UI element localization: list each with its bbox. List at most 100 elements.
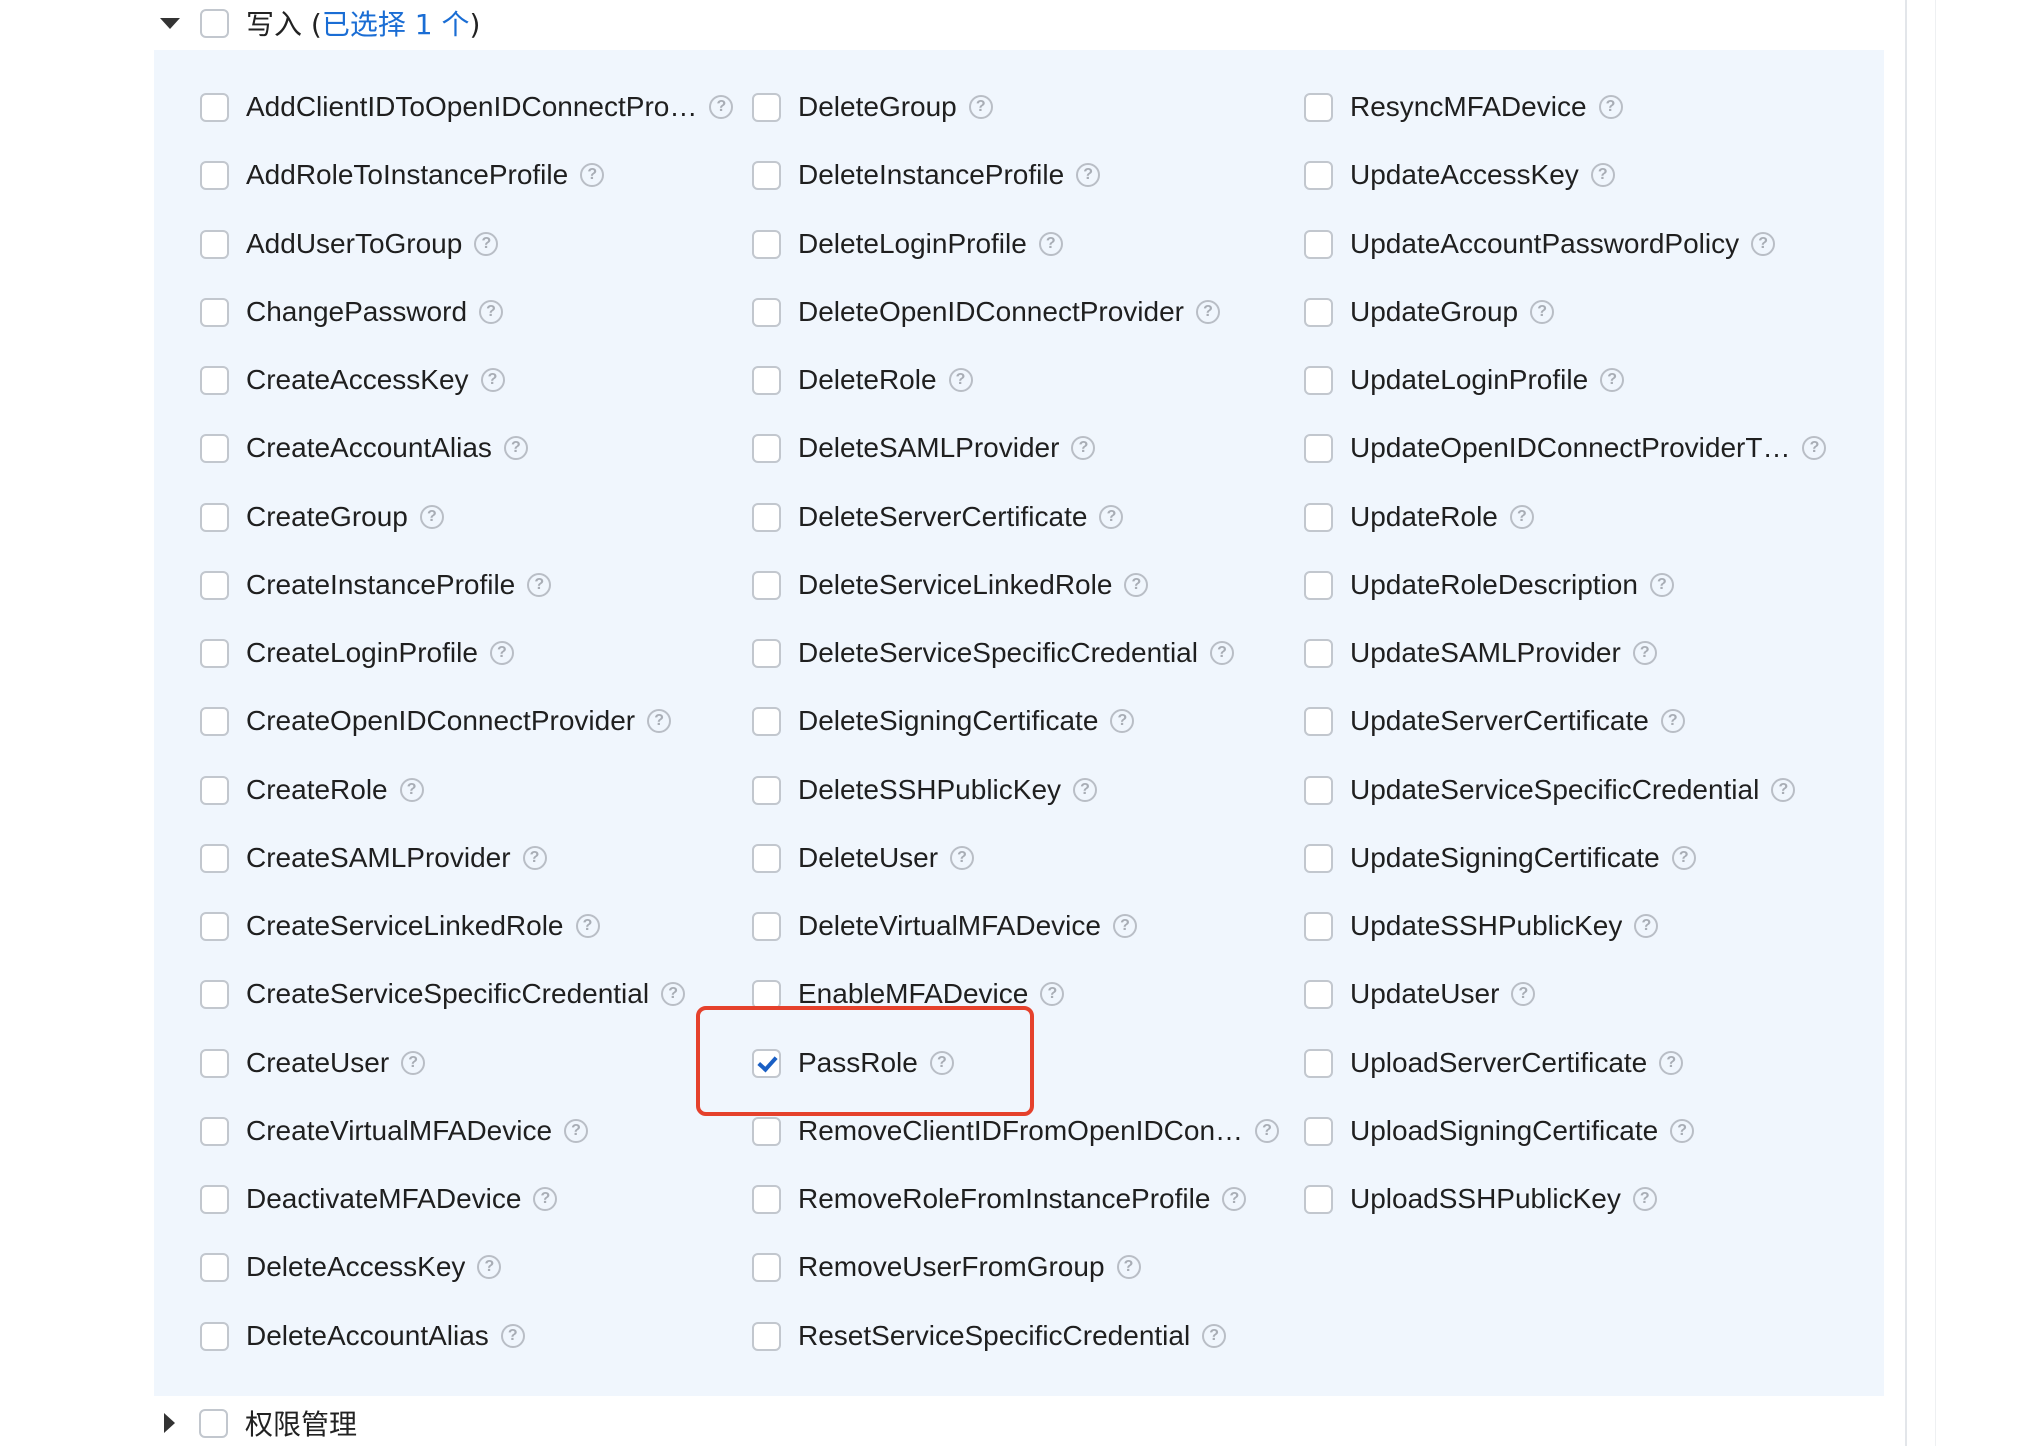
group-header-write[interactable]: 写入 (已选择 1 个) [160,0,480,46]
action-checkbox[interactable] [1304,775,1333,805]
action-checkbox[interactable] [200,843,229,873]
action-item[interactable]: ResetServiceSpecificCredential? [752,1316,1227,1356]
help-question-icon[interactable]: ? [661,982,686,1006]
action-checkbox[interactable] [752,297,781,327]
action-label[interactable]: CreateUser [246,1047,389,1079]
action-checkbox[interactable] [752,843,781,873]
action-item[interactable]: DeleteInstanceProfile? [752,155,1101,195]
help-question-icon[interactable]: ? [1598,95,1623,119]
help-question-icon[interactable]: ? [1802,436,1827,460]
action-item[interactable]: EnableMFADevice? [752,974,1065,1014]
action-checkbox[interactable] [200,775,229,805]
help-question-icon[interactable]: ? [500,1324,525,1348]
action-checkbox[interactable] [752,775,781,805]
help-question-icon[interactable]: ? [1112,914,1137,938]
action-checkbox[interactable] [752,706,781,736]
help-question-icon[interactable]: ? [1099,505,1124,529]
help-question-icon[interactable]: ? [1073,778,1098,802]
action-item[interactable]: UpdateServiceSpecificCredential? [1304,770,1796,810]
action-label[interactable]: RemoveRoleFromInstanceProfile [798,1183,1210,1215]
action-checkbox[interactable] [752,160,781,190]
help-question-icon[interactable]: ? [1659,1051,1684,1075]
action-item[interactable]: DeleteUser? [752,838,975,878]
action-item[interactable]: CreateLoginProfile? [200,633,514,673]
action-item[interactable]: DeleteSigningCertificate? [752,701,1135,741]
group-header-permission-management[interactable]: 权限管理 [160,1400,357,1446]
action-label[interactable]: DeleteVirtualMFADevice [798,910,1101,942]
help-question-icon[interactable]: ? [419,505,444,529]
action-checkbox[interactable] [752,1321,781,1351]
action-checkbox[interactable] [200,365,229,395]
action-item[interactable]: UpdateAccountPasswordPolicy? [1304,224,1776,264]
action-item[interactable]: UploadServerCertificate? [1304,1043,1684,1083]
action-checkbox[interactable] [752,92,781,122]
group-permission-checkbox[interactable] [199,1408,228,1438]
action-label[interactable]: AddUserToGroup [246,228,462,260]
caret-down-icon[interactable] [160,17,180,29]
help-question-icon[interactable]: ? [950,846,975,870]
help-question-icon[interactable]: ? [477,1255,502,1279]
group-write-checkbox[interactable] [200,8,229,38]
action-item[interactable]: AddClientIDToOpenIDConnectPro…? [200,87,734,127]
action-item[interactable]: CreateVirtualMFADevice? [200,1111,589,1151]
action-checkbox[interactable] [1304,1116,1333,1146]
action-checkbox[interactable] [752,229,781,259]
action-checkbox[interactable] [1304,706,1333,736]
action-checkbox[interactable] [1304,229,1333,259]
action-checkbox[interactable] [1304,160,1333,190]
action-item[interactable]: DeleteAccountAlias? [200,1316,525,1356]
help-question-icon[interactable]: ? [399,778,424,802]
action-item[interactable]: RemoveUserFromGroup? [752,1247,1141,1287]
action-label[interactable]: CreateGroup [246,501,408,533]
action-checkbox[interactable] [200,1116,229,1146]
action-item[interactable]: DeactivateMFADevice? [200,1179,558,1219]
action-item[interactable]: UpdateSAMLProvider? [1304,633,1657,673]
action-checkbox[interactable] [1304,570,1333,600]
action-label[interactable]: UploadServerCertificate [1350,1047,1647,1079]
help-question-icon[interactable]: ? [1222,1187,1247,1211]
help-question-icon[interactable]: ? [479,300,504,324]
help-question-icon[interactable]: ? [968,95,993,119]
help-question-icon[interactable]: ? [1209,641,1234,665]
help-question-icon[interactable]: ? [1649,573,1674,597]
help-question-icon[interactable]: ? [948,368,973,392]
help-question-icon[interactable]: ? [1590,163,1615,187]
help-question-icon[interactable]: ? [1600,368,1625,392]
action-label[interactable]: CreateRole [246,774,388,806]
action-label[interactable]: DeleteRole [798,364,937,396]
help-question-icon[interactable]: ? [401,1051,426,1075]
action-checkbox[interactable] [200,1048,229,1078]
action-label[interactable]: DeleteSSHPublicKey [798,774,1061,806]
action-label[interactable]: DeleteLoginProfile [798,228,1027,260]
action-checkbox[interactable] [1304,502,1333,532]
action-checkbox[interactable] [752,433,781,463]
action-label[interactable]: DeleteInstanceProfile [798,159,1064,191]
action-item[interactable]: DeleteVirtualMFADevice? [752,906,1137,946]
help-question-icon[interactable]: ? [474,232,499,256]
help-question-icon[interactable]: ? [647,709,672,733]
help-question-icon[interactable]: ? [522,846,547,870]
action-label[interactable]: CreateLoginProfile [246,637,478,669]
action-label[interactable]: DeleteUser [798,842,938,874]
action-label[interactable]: UpdateLoginProfile [1350,364,1588,396]
action-checkbox[interactable] [752,638,781,668]
help-question-icon[interactable]: ? [503,436,528,460]
action-item[interactable]: ResyncMFADevice? [1304,87,1623,127]
action-item[interactable]: DeleteGroup? [752,87,993,127]
action-label[interactable]: CreateServiceSpecificCredential [246,978,649,1010]
action-label[interactable]: PassRole [798,1047,918,1079]
action-label[interactable]: CreateSAMLProvider [246,842,511,874]
action-checkbox[interactable] [200,229,229,259]
help-question-icon[interactable]: ? [1671,846,1696,870]
action-checkbox[interactable] [200,1321,229,1351]
help-question-icon[interactable]: ? [1509,505,1534,529]
action-label[interactable]: AddClientIDToOpenIDConnectPro… [246,91,697,123]
help-question-icon[interactable]: ? [1771,778,1796,802]
action-item[interactable]: UpdateLoginProfile? [1304,360,1625,400]
action-label[interactable]: DeactivateMFADevice [246,1183,521,1215]
help-question-icon[interactable]: ? [1632,641,1657,665]
action-item[interactable]: UpdateServerCertificate? [1304,701,1685,741]
action-item[interactable]: CreateServiceSpecificCredential? [200,974,686,1014]
action-label[interactable]: UpdateServerCertificate [1350,705,1649,737]
help-question-icon[interactable]: ? [533,1187,558,1211]
